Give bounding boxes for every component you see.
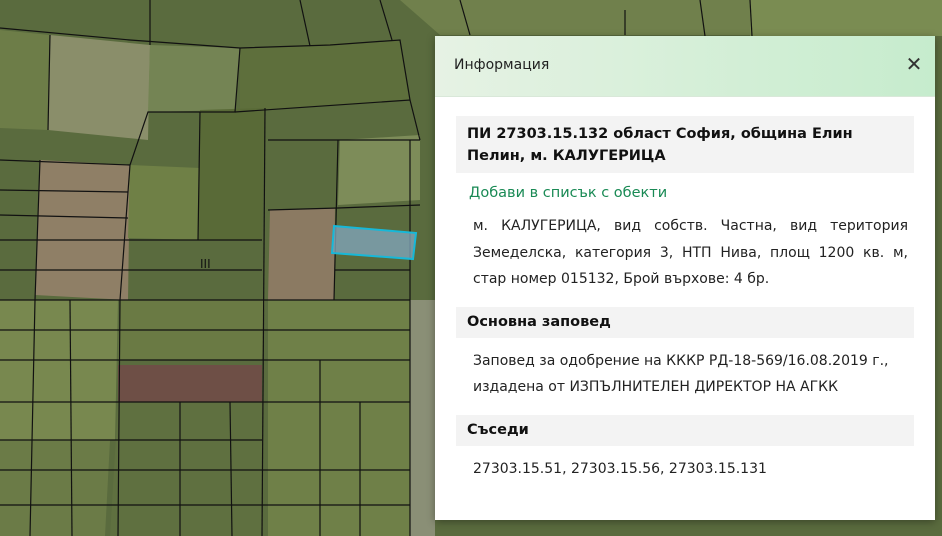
neighbors-text: 27303.15.51, 27303.15.56, 27303.15.131 <box>473 460 767 477</box>
map-label: III <box>200 257 211 271</box>
map-field <box>268 300 410 536</box>
selected-parcel[interactable] <box>330 224 418 261</box>
neighbors-heading: Съседи <box>456 414 914 446</box>
order-text: Заповед за одобрение на КККР РД-18-569/1… <box>473 352 889 396</box>
parcel-title: ПИ 27303.15.132 област София, община Ели… <box>456 116 914 173</box>
map-field <box>48 35 150 140</box>
map-field <box>128 165 200 240</box>
map-field <box>0 30 50 130</box>
map-field <box>338 135 420 205</box>
panel-title: Информация <box>454 57 550 73</box>
add-to-list-link[interactable]: Добави в списък с обекти <box>469 185 935 201</box>
map-field <box>410 300 435 536</box>
map-field-red <box>118 365 262 402</box>
panel-header: Информация ✕ <box>435 36 935 97</box>
parcel-description: м. КАЛУГЕРИЦА, вид собств. Частна, вид т… <box>473 218 908 287</box>
map-field <box>400 0 750 35</box>
order-heading: Основна заповед <box>456 306 914 338</box>
close-icon[interactable]: ✕ <box>903 53 925 75</box>
map-field <box>0 300 118 440</box>
map-field-brown <box>35 160 130 300</box>
map-field <box>148 45 240 112</box>
map-field <box>110 402 262 536</box>
map-field <box>198 108 265 240</box>
map-field-brown <box>268 208 335 300</box>
map-field <box>0 440 110 536</box>
map-field <box>750 0 942 36</box>
info-panel: Информация ✕ ПИ 27303.15.132 област Софи… <box>435 36 935 520</box>
